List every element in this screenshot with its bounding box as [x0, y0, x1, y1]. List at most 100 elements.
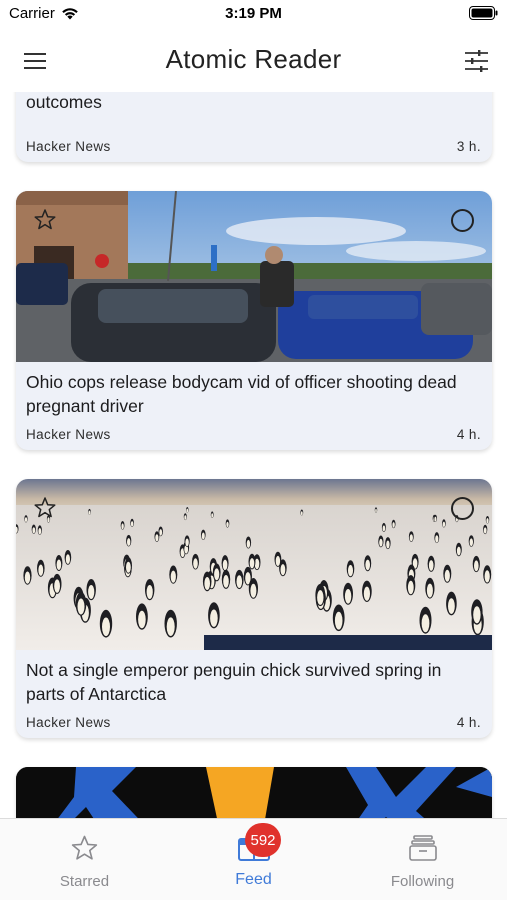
penguin-belly: [211, 513, 214, 518]
penguin-belly: [204, 577, 210, 590]
penguin-belly: [38, 564, 44, 576]
article-source: Hacker News: [26, 715, 111, 730]
penguin-belly: [159, 529, 163, 536]
penguin-belly: [484, 570, 490, 583]
tab-label: Starred: [59, 873, 110, 890]
mark-read-circle-icon[interactable]: [451, 497, 474, 520]
star-icon: [71, 835, 98, 860]
article-card[interactable]: Ohio cops release bodycam vid of officer…: [16, 191, 492, 450]
article-age: 4 h.: [456, 427, 481, 442]
penguin-belly: [407, 580, 414, 595]
tab-feed[interactable]: 592 Feed: [169, 819, 338, 900]
tab-label: Following: [390, 873, 455, 890]
emperor-penguins-image: [16, 479, 492, 650]
penguin-belly: [300, 511, 303, 516]
navigation-bar: Atomic Reader: [0, 38, 507, 84]
penguin-belly: [363, 586, 370, 601]
penguin-belly: [77, 598, 85, 615]
article-text: Ohio cops release bodycam vid of officer…: [16, 362, 492, 418]
article-source: Hacker News: [26, 139, 111, 154]
article-text: Not a single emperor penguin chick survi…: [16, 650, 492, 706]
penguin-belly: [210, 609, 218, 627]
article-image: [16, 479, 492, 650]
app-title: Atomic Reader: [165, 44, 342, 74]
tab-starred[interactable]: Starred: [0, 819, 169, 900]
penguin-belly: [38, 528, 42, 535]
tab-following[interactable]: Following: [338, 819, 507, 900]
penguin-belly: [444, 569, 450, 582]
article-feed[interactable]: Patients treated by female surgeons have…: [0, 92, 507, 818]
penguin-belly: [280, 564, 286, 576]
penguin-belly: [138, 610, 146, 629]
mark-read-circle-icon[interactable]: [451, 209, 474, 232]
penguin-belly: [88, 585, 95, 599]
article-age: 3 h.: [456, 139, 481, 154]
penguin-belly: [193, 558, 198, 569]
penguin-belly: [456, 546, 461, 556]
penguin-belly: [249, 558, 255, 569]
penguin-belly: [375, 508, 377, 513]
star-icon[interactable]: [34, 497, 56, 518]
penguin-belly: [24, 571, 31, 584]
penguin-belly: [448, 598, 455, 614]
penguin-belly: [382, 525, 386, 532]
parking-lot-scene-image: [16, 191, 492, 362]
penguin-belly: [486, 518, 489, 524]
penguin-belly: [226, 521, 229, 528]
penguin-belly: [166, 617, 175, 636]
article-image: [16, 767, 492, 818]
article-title: Ohio cops release bodycam vid of officer…: [26, 372, 457, 416]
status-time: 3:19 PM: [225, 5, 282, 22]
penguin-belly: [47, 517, 50, 523]
article-card[interactable]: [16, 767, 492, 818]
article-meta: Hacker News 4 h.: [26, 427, 481, 442]
penguin-belly: [126, 561, 131, 573]
penguin-belly: [223, 575, 229, 588]
tab-label: Feed: [235, 871, 272, 888]
penguin-belly: [473, 606, 481, 624]
penguin-belly: [275, 555, 281, 567]
article-card[interactable]: Patients treated by female surgeons have…: [16, 92, 492, 162]
penguin-belly: [24, 517, 28, 522]
penguin-belly: [186, 508, 189, 513]
penguin-belly: [121, 523, 124, 530]
penguin-belly: [127, 538, 131, 546]
penguin-belly: [386, 540, 390, 549]
penguin-belly: [155, 534, 159, 542]
unread-count-badge: 592: [245, 823, 281, 857]
penguin-belly: [56, 559, 62, 571]
penguin-belly: [54, 579, 60, 593]
penguin-belly: [250, 583, 257, 598]
penguin-belly: [348, 564, 353, 577]
penguin-belly: [102, 617, 110, 637]
penguin-belly: [334, 611, 343, 630]
battery-icon: [469, 6, 498, 20]
penguin-belly: [434, 516, 437, 522]
penguin-belly: [365, 559, 371, 571]
penguin-belly: [379, 538, 383, 547]
archive-box-icon: [408, 835, 437, 861]
sliders-filter-icon: [464, 50, 488, 72]
article-source: Hacker News: [26, 427, 111, 442]
penguin-belly: [65, 554, 70, 564]
article-meta: Hacker News 3 h.: [26, 139, 481, 154]
penguin-belly: [392, 522, 395, 528]
penguin-belly: [426, 583, 433, 598]
penguin-belly: [184, 515, 187, 520]
article-card[interactable]: Not a single emperor penguin chick survi…: [16, 479, 492, 738]
article-meta: Hacker News 4 h.: [26, 715, 481, 730]
penguin-belly: [483, 527, 487, 534]
filter-button[interactable]: [463, 48, 489, 74]
article-title: Not a single emperor penguin chick survi…: [26, 660, 442, 704]
penguin-belly: [146, 585, 153, 599]
penguin-belly: [214, 568, 220, 581]
star-icon[interactable]: [34, 209, 56, 230]
article-image: [16, 191, 492, 362]
penguin-belly: [469, 538, 473, 547]
penguin-belly: [474, 560, 479, 572]
article-title: Patients treated by female surgeons have…: [16, 92, 492, 114]
penguin-belly: [170, 570, 176, 583]
penguin-belly: [201, 532, 205, 540]
penguin-belly: [435, 535, 439, 543]
penguin-belly: [222, 559, 228, 571]
